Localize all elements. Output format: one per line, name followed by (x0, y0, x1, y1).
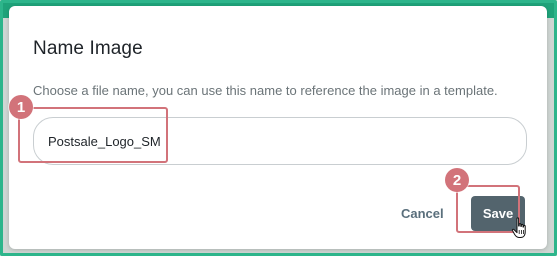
dialog-description: Choose a file name, you can use this nam… (33, 83, 498, 98)
name-image-dialog: Name Image Choose a file name, you can u… (9, 6, 547, 249)
image-name-input[interactable] (33, 117, 527, 165)
cancel-button[interactable]: Cancel (393, 199, 452, 227)
hand-pointer-icon (511, 217, 526, 238)
step-marker-2: 2 (445, 168, 469, 192)
step-marker-1: 1 (9, 95, 33, 119)
dialog-title: Name Image (33, 38, 143, 59)
